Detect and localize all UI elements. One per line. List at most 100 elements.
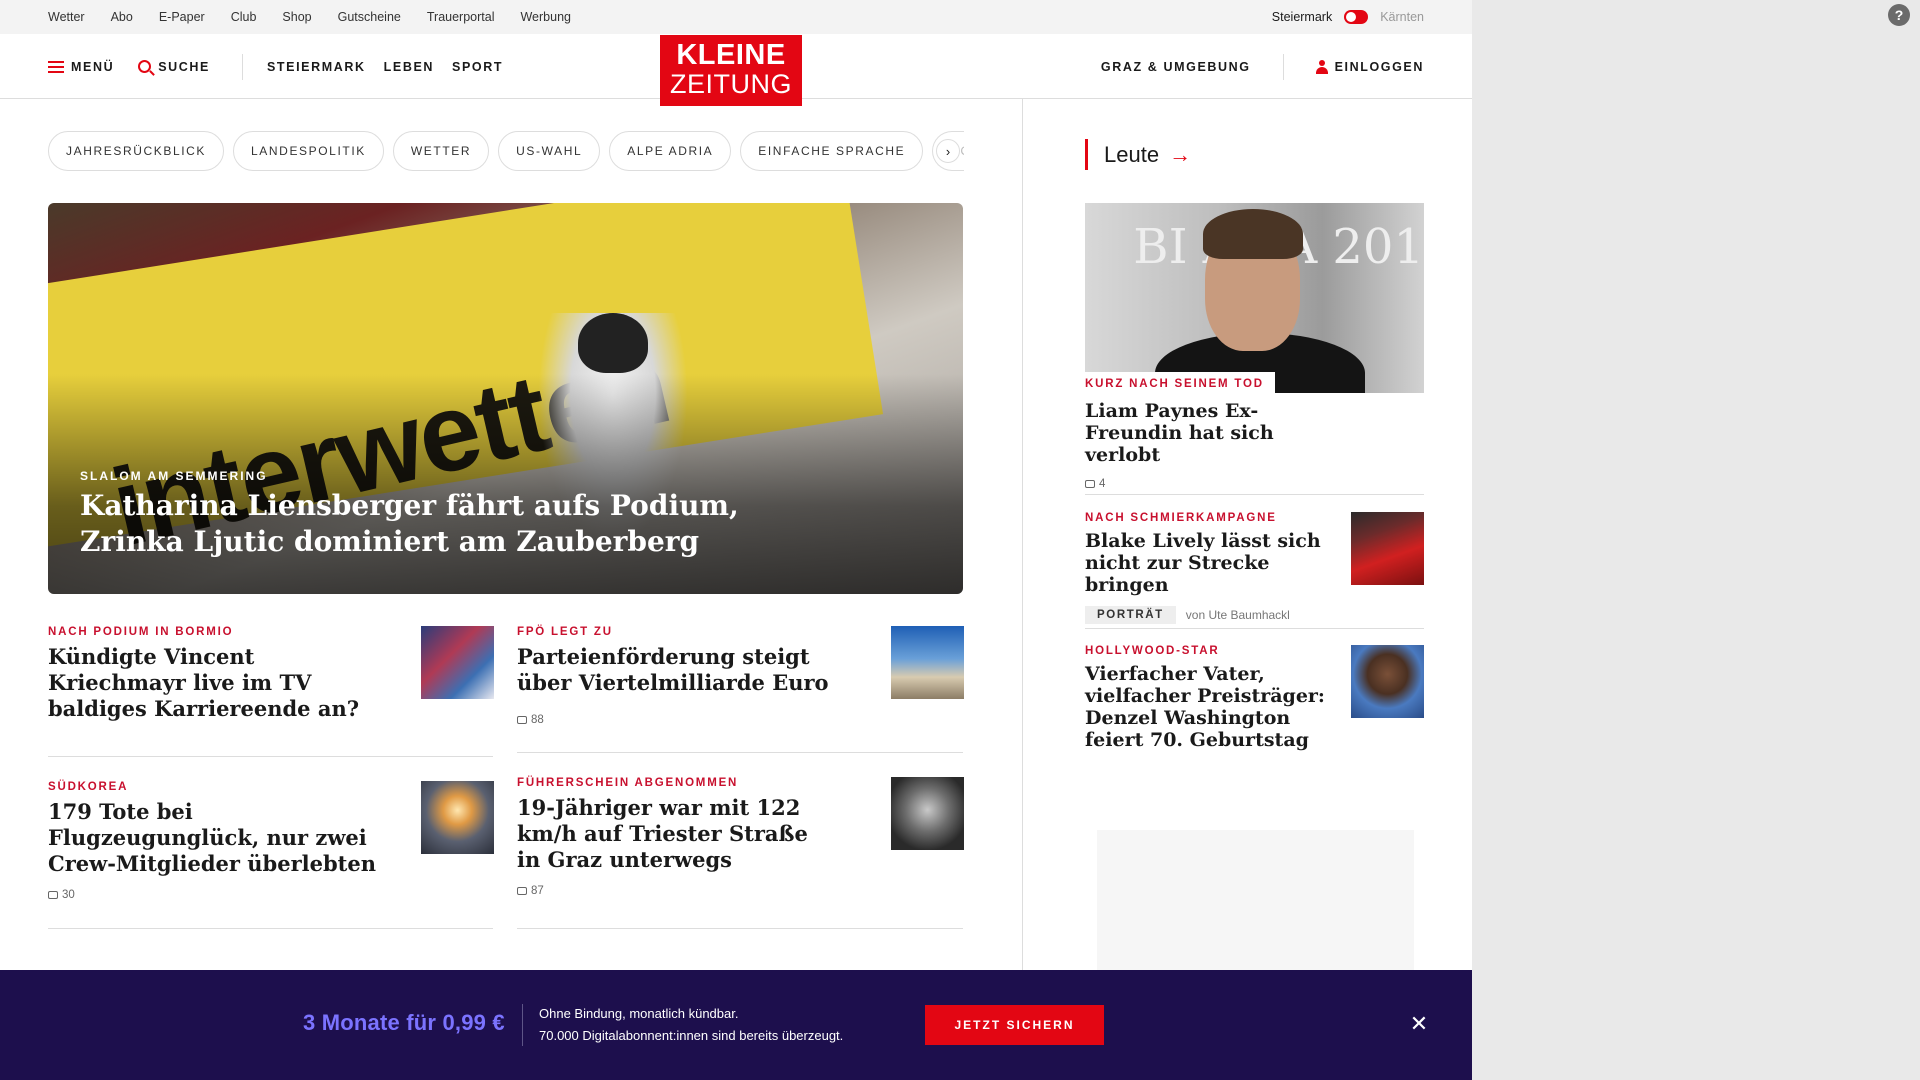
site-logo[interactable]: KLEINE ZEITUNG [660, 35, 802, 106]
menu-label: MENÜ [71, 59, 115, 74]
comment-count-value: 4 [1099, 478, 1106, 490]
login-button[interactable]: EINLOGGEN [1315, 59, 1424, 74]
sidebar-article-lively[interactable]: NACH SCHMIERKAMPAGNE Blake Lively lässt … [1085, 512, 1335, 624]
article-kicker: NACH SCHMIERKAMPAGNE [1085, 512, 1277, 524]
article-title[interactable]: 179 Tote bei Flugzeugunglück, nur zwei C… [48, 799, 388, 877]
article-meta: PORTRÄT von Ute Baumhackl [1085, 606, 1335, 624]
chip-wetter[interactable]: WETTER [392, 131, 490, 171]
divider [517, 752, 963, 753]
top-link-shop[interactable]: Shop [282, 10, 311, 24]
search-button[interactable]: SUCHE [138, 60, 210, 74]
top-link-epaper[interactable]: E-Paper [159, 10, 205, 24]
comment-count-value: 87 [531, 885, 544, 897]
sidebar-lead-image[interactable]: BI AWA 201 [1085, 203, 1424, 393]
divider [517, 928, 963, 929]
header-divider-right [1282, 53, 1284, 80]
chip-landespolitik[interactable]: LANDESPOLITIK [233, 131, 384, 171]
region-toggle[interactable] [1344, 10, 1369, 24]
article-title[interactable]: Blake Lively lässt sich nicht zur Streck… [1085, 530, 1335, 596]
top-bar: Wetter Abo E-Paper Club Shop Gutscheine … [0, 0, 1472, 34]
divider [1085, 628, 1424, 629]
chip-us-wahl[interactable]: US-WAHL [498, 131, 601, 171]
header-left-nav: MENÜ SUCHE STEIERMARK LEBEN SPORT [48, 34, 503, 99]
divider [48, 928, 493, 929]
subscription-promo-bar: 3 Monate für 0,99 € Ohne Bindung, monatl… [0, 970, 1472, 1080]
comment-count[interactable]: 30 [48, 889, 388, 901]
jetzt-sichern-button[interactable]: JETZT SICHERN [925, 1005, 1104, 1045]
comment-icon [517, 716, 527, 724]
nav-leben[interactable]: LEBEN [384, 60, 434, 74]
article-thumbnail[interactable] [891, 777, 964, 850]
article-kicker: HOLLYWOOD-STAR [1085, 645, 1220, 657]
menu-button[interactable]: MENÜ [48, 60, 114, 74]
user-icon [1315, 59, 1328, 74]
top-link-gutscheine[interactable]: Gutscheine [338, 10, 401, 24]
top-link-wetter[interactable]: Wetter [48, 10, 85, 24]
sidebar-article-washington[interactable]: HOLLYWOOD-STAR Vierfacher Vater, vielfac… [1085, 645, 1335, 751]
hero-kicker: SLALOM AM SEMMERING [80, 469, 268, 483]
hamburger-icon [48, 60, 64, 73]
chip-alpe-adria[interactable]: ALPE ADRIA [609, 131, 732, 171]
nav-steiermark[interactable]: STEIERMARK [267, 60, 366, 74]
article-thumbnail[interactable] [1351, 512, 1424, 585]
promo-text: Ohne Bindung, monatlich kündbar. 70.000 … [539, 1003, 843, 1047]
divider [1085, 494, 1424, 495]
article-fuehrerschein[interactable]: FÜHRERSCHEIN ABGENOMMEN 19-Jähriger war … [517, 777, 837, 897]
article-title[interactable]: Vierfacher Vater, vielfacher Preisträger… [1085, 663, 1335, 751]
article-kicker: FPÖ LEGT ZU [517, 626, 613, 638]
page: Wetter Abo E-Paper Club Shop Gutscheine … [0, 0, 1472, 1080]
nav-graz-umgebung[interactable]: GRAZ & UMGEBUNG [1101, 60, 1251, 74]
right-gutter: ? [1472, 0, 1920, 1080]
article-title[interactable]: Kündigte Vincent Kriechmayr live im TV b… [48, 644, 378, 722]
comment-count-value: 30 [62, 889, 75, 901]
top-link-club[interactable]: Club [231, 10, 257, 24]
comment-count[interactable]: 88 [517, 714, 837, 726]
comment-count[interactable]: 4 [1085, 478, 1345, 490]
top-link-werbung[interactable]: Werbung [520, 10, 571, 24]
ad-placeholder [1097, 830, 1414, 970]
top-link-trauerportal[interactable]: Trauerportal [427, 10, 495, 24]
region-kaernten[interactable]: Kärnten [1380, 10, 1424, 24]
article-kriechmayr[interactable]: NACH PODIUM IN BORMIO Kündigte Vincent K… [48, 626, 378, 722]
region-switch: Steiermark Kärnten [1272, 0, 1424, 34]
login-label: EINLOGGEN [1334, 59, 1424, 74]
topic-chips: JAHRESRÜCKBLICK LANDESPOLITIK WETTER US-… [48, 131, 964, 171]
article-flugzeugunglueck[interactable]: SÜDKOREA 179 Tote bei Flugzeugunglück, n… [48, 781, 388, 901]
article-title[interactable]: 19-Jähriger war mit 122 km/h auf Trieste… [517, 795, 837, 873]
hero-article[interactable]: interwetten SLALOM AM SEMMERING Katharin… [48, 203, 963, 594]
nav-sport[interactable]: SPORT [452, 60, 503, 74]
article-parteienfoerderung[interactable]: FPÖ LEGT ZU Parteienförderung steigt übe… [517, 626, 837, 726]
article-title[interactable]: Parteienförderung steigt über Viertelmil… [517, 644, 837, 696]
comment-icon [48, 891, 58, 899]
portraet-tag[interactable]: PORTRÄT [1085, 606, 1176, 624]
hero-gradient [48, 374, 963, 594]
region-steiermark[interactable]: Steiermark [1272, 10, 1332, 24]
section-title: Leute [1104, 141, 1160, 167]
search-label: SUCHE [158, 59, 210, 74]
divider [48, 756, 493, 757]
article-thumbnail[interactable] [1351, 645, 1424, 718]
logo-line-1: KLEINE [676, 39, 786, 71]
logo-line-2: ZEITUNG [670, 69, 792, 99]
article-thumbnail[interactable] [421, 626, 494, 699]
comment-count-value: 88 [531, 714, 544, 726]
column-divider [1022, 99, 1023, 970]
article-title[interactable]: Liam Paynes Ex-Freundin hat sich verlobt [1085, 400, 1345, 466]
close-icon[interactable]: ✕ [1408, 1013, 1430, 1036]
section-leute-header[interactable]: Leute → [1085, 139, 1191, 170]
article-thumbnail[interactable] [421, 781, 494, 854]
image-hair [1203, 209, 1303, 259]
top-link-abo[interactable]: Abo [111, 10, 133, 24]
comment-count[interactable]: 87 [517, 885, 837, 897]
promo-line-2: 70.000 Digitalabonnent:innen sind bereit… [539, 1028, 844, 1043]
article-thumbnail[interactable] [891, 626, 964, 699]
promo-divider [522, 1004, 523, 1046]
chip-jahresrueckblick[interactable]: JAHRESRÜCKBLICK [48, 131, 225, 171]
chip-einfache-sprache[interactable]: EINFACHE SPRACHE [740, 131, 924, 171]
help-icon[interactable]: ? [1888, 4, 1910, 26]
chevron-right-icon[interactable]: › [936, 139, 960, 163]
hero-headline[interactable]: Katharina Liensberger fährt aufs Podium,… [80, 488, 780, 560]
sidebar-article-payne[interactable]: KURZ NACH SEINEM TOD Liam Paynes Ex-Freu… [1085, 378, 1345, 490]
header-right-nav: GRAZ & UMGEBUNG EINLOGGEN [1101, 34, 1424, 99]
byline: von Ute Baumhackl [1185, 608, 1290, 622]
